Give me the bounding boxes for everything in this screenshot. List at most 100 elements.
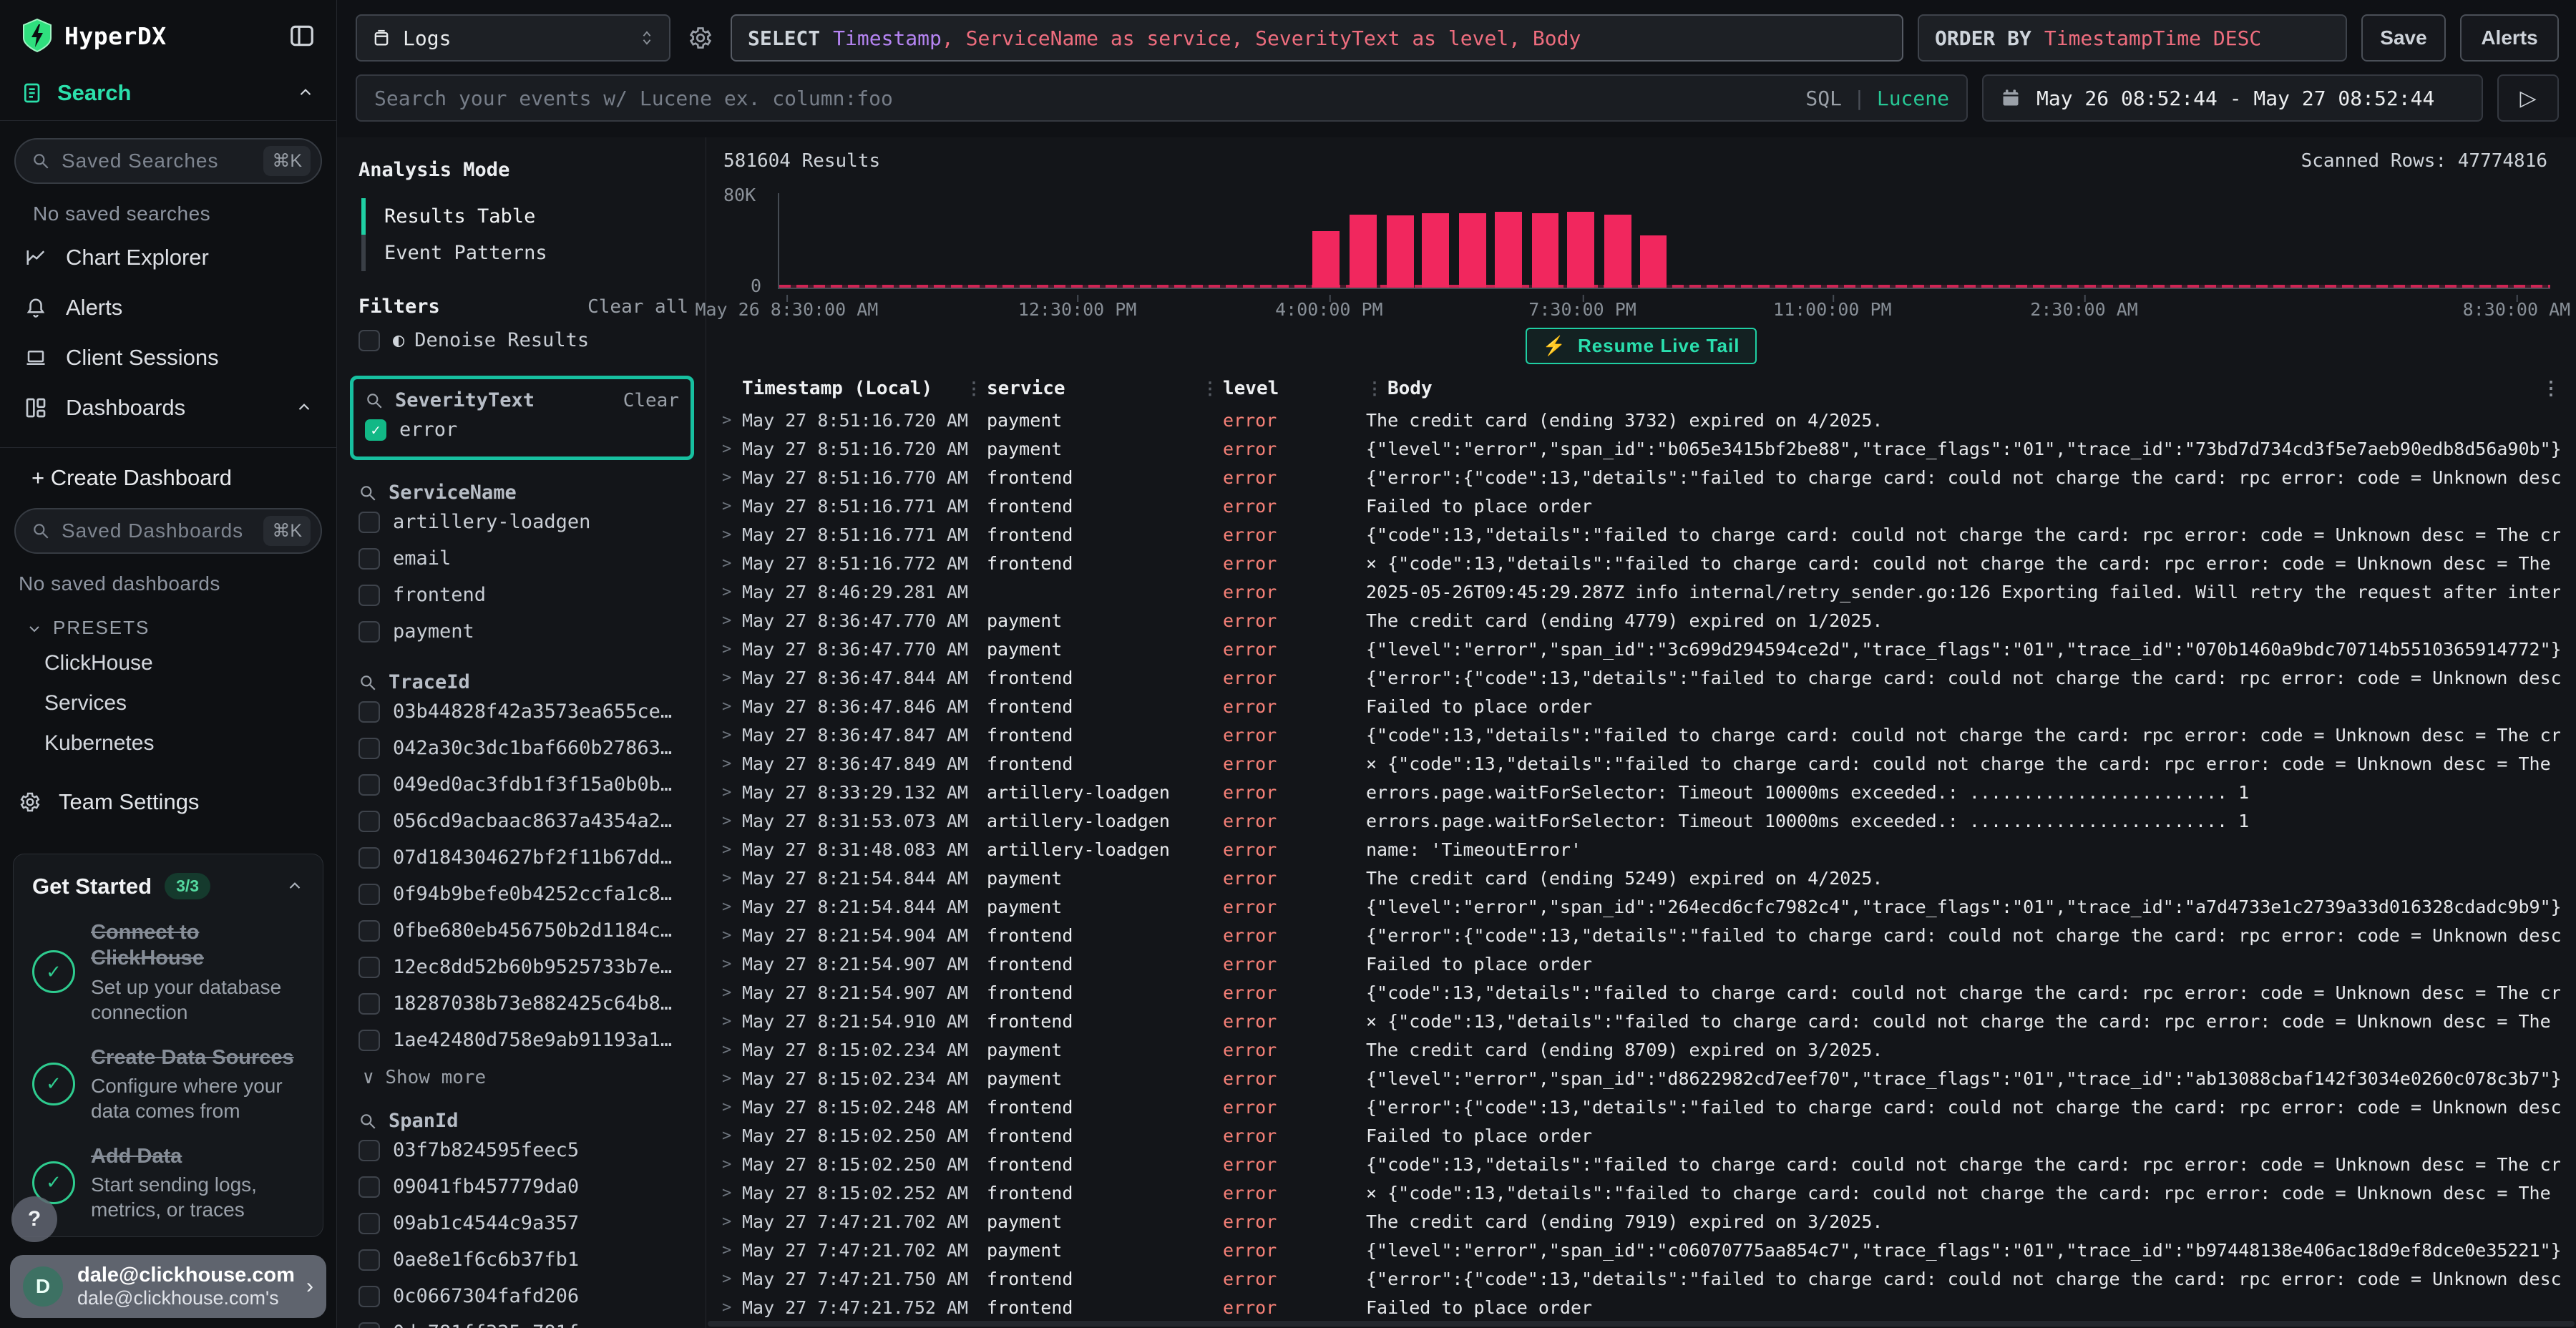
column-separator-icon[interactable]: ⋮ [1366, 379, 1387, 399]
checkbox-icon[interactable] [358, 1140, 380, 1161]
row-expand-chevron[interactable]: > [722, 869, 742, 887]
filter-checkbox-item[interactable]: 12ec8dd52b60b9525733b7e… [358, 949, 688, 985]
analysis-mode-option[interactable]: Results Table [361, 198, 688, 235]
results-histogram[interactable]: 80K 0 [778, 193, 2550, 289]
log-row[interactable]: > May 27 8:21:54.910 AM frontend error ×… [706, 1007, 2576, 1035]
get-started-item[interactable]: ✓ Connect to ClickHouse Set up your data… [32, 919, 304, 1025]
horizontal-scrollbar[interactable] [708, 1321, 2575, 1327]
row-expand-chevron[interactable]: > [722, 1241, 742, 1259]
filter-checkbox-item[interactable]: 056cd9acbaac8637a4354a2… [358, 803, 688, 839]
row-expand-chevron[interactable]: > [722, 1299, 742, 1317]
filter-checkbox-item[interactable]: 18287038b73e882425c64b8… [358, 985, 688, 1022]
row-expand-chevron[interactable]: > [722, 612, 742, 630]
log-row[interactable]: > May 27 8:15:02.234 AM payment error {"… [706, 1064, 2576, 1093]
filter-checkbox-item[interactable]: 09ab1c4544c9a357 [358, 1205, 688, 1241]
checkbox-icon[interactable] [358, 957, 380, 978]
log-row[interactable]: > May 27 8:31:48.083 AM artillery-loadge… [706, 835, 2576, 864]
log-row[interactable]: > May 27 8:33:29.132 AM artillery-loadge… [706, 778, 2576, 806]
log-row[interactable]: > May 27 8:15:02.252 AM frontend error ×… [706, 1178, 2576, 1207]
filter-checkbox-item[interactable]: payment [358, 613, 688, 650]
checkbox-icon[interactable] [358, 993, 380, 1015]
filter-checkbox-item[interactable]: 1ae42480d758e9ab91193a1… [358, 1022, 688, 1058]
row-expand-chevron[interactable]: > [722, 812, 742, 830]
filter-checkbox-item[interactable]: 0de781ff325a781f [358, 1314, 688, 1328]
preset-dashboard-link[interactable]: Services [0, 683, 336, 723]
sidebar-item-dashboards[interactable]: Dashboards [14, 383, 322, 433]
search-icon[interactable] [358, 673, 377, 692]
log-row[interactable]: > May 27 8:15:02.248 AM frontend error {… [706, 1093, 2576, 1121]
get-started-item[interactable]: ✓ Create Data Sources Configure where yo… [32, 1045, 304, 1123]
filter-checkbox-item[interactable]: frontend [358, 577, 688, 613]
row-expand-chevron[interactable]: > [722, 440, 742, 458]
resume-live-tail-button[interactable]: ⚡ Resume Live Tail [1526, 328, 1757, 364]
user-menu[interactable]: D dale@clickhouse.com dale@clickhouse.co… [10, 1255, 326, 1318]
row-expand-chevron[interactable]: > [722, 1127, 742, 1145]
analysis-mode-option[interactable]: Event Patterns [361, 235, 688, 271]
filter-checkbox-item[interactable]: 03f7b824595feec5 [358, 1132, 688, 1168]
source-settings-gear-icon[interactable] [685, 14, 716, 62]
row-expand-chevron[interactable]: > [722, 1070, 742, 1088]
column-separator-icon[interactable]: ⋮ [965, 379, 987, 399]
preset-dashboard-link[interactable]: Kubernetes [0, 723, 336, 763]
row-expand-chevron[interactable]: > [722, 698, 742, 716]
alerts-button[interactable]: Alerts [2460, 14, 2559, 62]
run-query-button[interactable]: ▷ [2497, 74, 2559, 122]
row-expand-chevron[interactable]: > [722, 726, 742, 744]
search-icon[interactable] [358, 1112, 377, 1131]
save-button[interactable]: Save [2361, 14, 2446, 62]
row-expand-chevron[interactable]: > [722, 755, 742, 773]
log-row[interactable]: > May 27 8:31:53.073 AM artillery-loadge… [706, 806, 2576, 835]
filter-checkbox-item[interactable]: 049ed0ac3fdb1f3f15a0b0b… [358, 766, 688, 803]
log-row[interactable]: > May 27 8:36:47.770 AM payment error Th… [706, 606, 2576, 635]
log-row[interactable]: > May 27 8:36:47.770 AM payment error {"… [706, 635, 2576, 663]
log-row[interactable]: > May 27 8:36:47.847 AM frontend error {… [706, 721, 2576, 749]
checkbox-icon[interactable] [358, 1322, 380, 1328]
log-row[interactable]: > May 27 8:21:54.907 AM frontend error {… [706, 978, 2576, 1007]
filter-checkbox-item[interactable]: artillery-loadgen [358, 504, 688, 540]
clear-all-filters-button[interactable]: Clear all [587, 296, 688, 318]
log-row[interactable]: > May 27 8:15:02.250 AM frontend error {… [706, 1150, 2576, 1178]
row-expand-chevron[interactable]: > [722, 927, 742, 944]
filter-checkbox-item[interactable]: 09041fb457779da0 [358, 1168, 688, 1205]
row-expand-chevron[interactable]: > [722, 497, 742, 515]
checkbox-icon[interactable] [358, 774, 380, 796]
filter-checkbox-item[interactable]: 0fbe680eb456750b2d1184c… [358, 912, 688, 949]
log-row[interactable]: > May 27 8:21:54.907 AM frontend error F… [706, 949, 2576, 978]
row-expand-chevron[interactable]: > [722, 783, 742, 801]
checkbox-icon[interactable] [358, 1213, 380, 1234]
checkbox-icon[interactable] [358, 1286, 380, 1307]
log-row[interactable]: > May 27 7:47:21.750 AM frontend error {… [706, 1264, 2576, 1293]
row-expand-chevron[interactable]: > [722, 640, 742, 658]
filter-checkbox-item[interactable]: 0f94b9befe0b4252ccfa1c8… [358, 876, 688, 912]
get-started-item[interactable]: ✓ Add Data Start sending logs, metrics, … [32, 1143, 304, 1222]
log-row[interactable]: > May 27 8:15:02.234 AM payment error Th… [706, 1035, 2576, 1064]
collapse-sidebar-icon[interactable] [286, 20, 318, 52]
table-options-kebab-icon[interactable]: ⋮ [2542, 378, 2560, 399]
saved-searches-input[interactable]: Saved Searches ⌘K [14, 138, 322, 184]
row-expand-chevron[interactable]: > [722, 555, 742, 572]
col-body[interactable]: Body [1387, 378, 2560, 399]
checkbox-icon[interactable] [358, 920, 380, 942]
row-expand-chevron[interactable]: > [722, 1012, 742, 1030]
checkbox-icon[interactable] [358, 811, 380, 832]
source-select[interactable]: Logs [356, 14, 670, 62]
log-row[interactable]: > May 27 8:21:54.844 AM payment error Th… [706, 864, 2576, 892]
log-row[interactable]: > May 27 8:15:02.250 AM frontend error F… [706, 1121, 2576, 1150]
checkbox-icon[interactable] [358, 701, 380, 723]
log-row[interactable]: > May 27 8:51:16.772 AM frontend error ×… [706, 549, 2576, 577]
log-row[interactable]: > May 27 8:36:47.846 AM frontend error F… [706, 692, 2576, 721]
clear-severity-filter-button[interactable]: Clear [623, 390, 679, 411]
row-expand-chevron[interactable]: > [722, 411, 742, 429]
checkbox-icon[interactable] [358, 847, 380, 869]
sidebar-item-search[interactable]: Search [0, 60, 336, 120]
chevron-up-icon[interactable] [296, 84, 315, 102]
row-expand-chevron[interactable]: > [722, 841, 742, 859]
sidebar-item-team-settings[interactable]: Team Settings [0, 763, 336, 822]
row-expand-chevron[interactable]: > [722, 469, 742, 487]
filter-checkbox-item[interactable]: 0ae8e1f6c6b37fb1 [358, 1241, 688, 1278]
row-expand-chevron[interactable]: > [722, 583, 742, 601]
log-row[interactable]: > May 27 7:47:21.702 AM payment error Th… [706, 1207, 2576, 1236]
row-expand-chevron[interactable]: > [722, 1156, 742, 1173]
order-by-input[interactable]: ORDER BY TimestampTime DESC [1918, 14, 2347, 62]
saved-dashboards-input[interactable]: Saved Dashboards ⌘K [14, 508, 322, 554]
